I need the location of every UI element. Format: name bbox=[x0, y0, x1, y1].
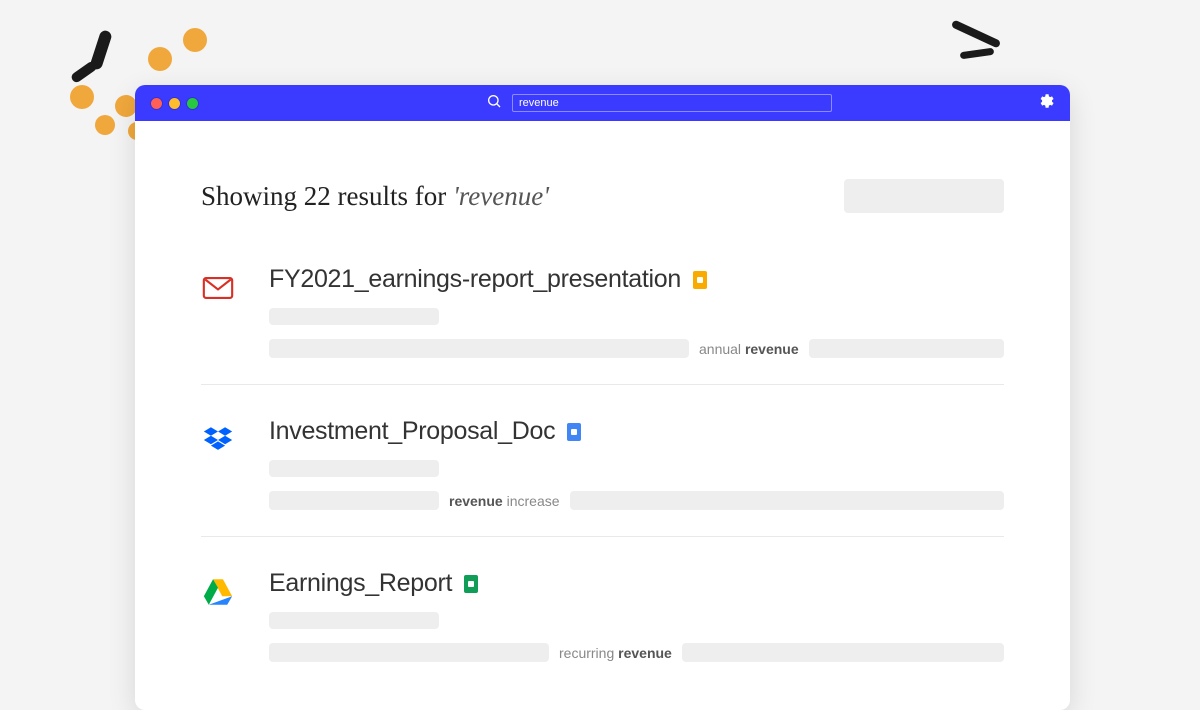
search-result[interactable]: Investment_Proposal_Doc revenue increase bbox=[201, 407, 1004, 537]
search-result[interactable]: Earnings_Report recurring revenue bbox=[201, 559, 1004, 688]
search-result[interactable]: FY2021_earnings-report_presentation annu… bbox=[201, 255, 1004, 385]
snippet-placeholder bbox=[682, 643, 1004, 662]
search-icon bbox=[486, 93, 502, 114]
snippet-placeholder bbox=[269, 491, 439, 510]
close-window-icon[interactable] bbox=[151, 98, 162, 109]
metadata-placeholder bbox=[269, 308, 439, 325]
accent-stroke bbox=[70, 60, 99, 84]
accent-stroke bbox=[951, 19, 1002, 48]
confetti-dot bbox=[183, 28, 207, 52]
results-heading: Showing 22 results for 'revenue' bbox=[201, 181, 549, 212]
slides-file-icon bbox=[693, 271, 707, 289]
search-input[interactable] bbox=[512, 94, 832, 112]
filter-placeholder[interactable] bbox=[844, 179, 1004, 213]
confetti-dot bbox=[115, 95, 137, 117]
app-window: Showing 22 results for 'revenue' FY2021_… bbox=[135, 85, 1070, 710]
result-title: Investment_Proposal_Doc bbox=[269, 417, 555, 446]
results-area: Showing 22 results for 'revenue' FY2021_… bbox=[135, 121, 1070, 688]
google-drive-icon bbox=[201, 569, 241, 662]
doc-file-icon bbox=[567, 423, 581, 441]
dropbox-icon bbox=[201, 417, 241, 510]
snippet-match: recurring revenue bbox=[559, 645, 672, 661]
confetti-dot bbox=[148, 47, 172, 71]
confetti-dot bbox=[95, 115, 115, 135]
confetti-dot bbox=[70, 85, 94, 109]
snippet-placeholder bbox=[809, 339, 1004, 358]
settings-button[interactable] bbox=[1036, 92, 1054, 115]
result-title: FY2021_earnings-report_presentation bbox=[269, 265, 681, 294]
gmail-icon bbox=[201, 265, 241, 358]
metadata-placeholder bbox=[269, 460, 439, 477]
snippet-match: revenue increase bbox=[449, 493, 560, 509]
metadata-placeholder bbox=[269, 612, 439, 629]
minimize-window-icon[interactable] bbox=[169, 98, 180, 109]
search-bar bbox=[486, 93, 832, 114]
snippet-placeholder bbox=[269, 643, 549, 662]
snippet-placeholder bbox=[570, 491, 1004, 510]
sheet-file-icon bbox=[464, 575, 478, 593]
result-title: Earnings_Report bbox=[269, 569, 452, 598]
maximize-window-icon[interactable] bbox=[187, 98, 198, 109]
window-controls bbox=[151, 98, 198, 109]
accent-stroke bbox=[960, 48, 995, 60]
snippet-placeholder bbox=[269, 339, 689, 358]
titlebar bbox=[135, 85, 1070, 121]
snippet-match: annual revenue bbox=[699, 341, 799, 357]
